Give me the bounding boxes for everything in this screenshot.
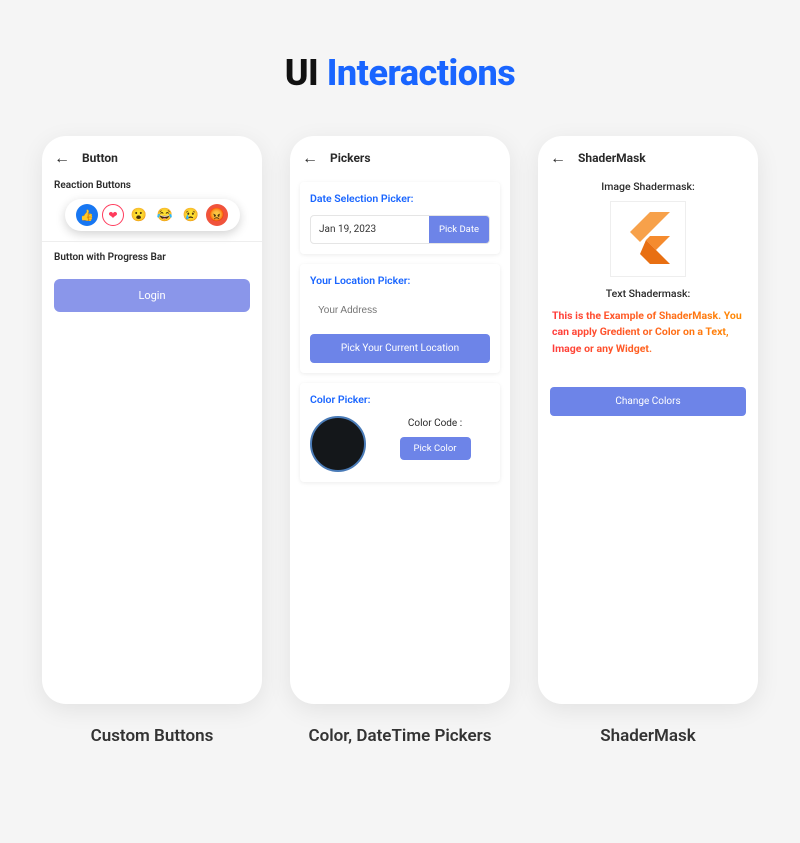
pick-color-button[interactable]: Pick Color (400, 437, 471, 460)
pick-location-button[interactable]: Pick Your Current Location (310, 334, 490, 363)
reaction-bar: 👍 ❤ 😮 😂 😢 😡 (65, 199, 240, 231)
address-input[interactable] (310, 297, 490, 324)
appbar: ← Pickers (290, 136, 510, 176)
reaction-section-label: Reaction Buttons (42, 176, 262, 199)
appbar-title: ShaderMask (578, 151, 646, 165)
page-title: UI Interactions (0, 0, 800, 94)
location-picker-card: Your Location Picker: Pick Your Current … (300, 264, 500, 373)
phone-caption-buttons: Custom Buttons (91, 726, 214, 746)
color-picker-card: Color Picker: Color Code : Pick Color (300, 383, 500, 482)
color-section-title: Color Picker: (310, 393, 490, 406)
color-row: Color Code : Pick Color (310, 416, 490, 472)
date-picker-card: Date Selection Picker: Jan 19, 2023 Pick… (300, 182, 500, 254)
color-right-col: Color Code : Pick Color (380, 416, 490, 460)
title-part-2: Interactions (327, 52, 516, 94)
login-button[interactable]: Login (54, 279, 250, 312)
appbar-title: Pickers (330, 151, 371, 165)
text-shadermask-label: Text Shadermask: (538, 287, 758, 300)
reaction-haha-icon[interactable]: 😂 (154, 204, 176, 226)
image-shadermask-label: Image Shadermask: (538, 180, 758, 193)
reaction-love-icon[interactable]: ❤ (102, 204, 124, 226)
date-row: Jan 19, 2023 Pick Date (310, 215, 490, 244)
phone-caption-shadermask: ShaderMask (600, 726, 696, 746)
reaction-like-icon[interactable]: 👍 (76, 204, 98, 226)
gradient-text: This is the Example of ShaderMask. You c… (552, 308, 744, 357)
phone-caption-pickers: Color, DateTime Pickers (309, 726, 492, 746)
back-icon[interactable]: ← (302, 150, 318, 166)
appbar-title: Button (82, 151, 118, 165)
flutter-logo-icon (610, 201, 686, 277)
phone-pickers: ← Pickers Date Selection Picker: Jan 19,… (290, 136, 510, 704)
appbar: ← Button (42, 136, 262, 176)
phones-row: ← Button Reaction Buttons 👍 ❤ 😮 😂 😢 😡 Bu… (0, 136, 800, 746)
progress-section-label: Button with Progress Bar (42, 248, 262, 271)
phone-buttons: ← Button Reaction Buttons 👍 ❤ 😮 😂 😢 😡 Bu… (42, 136, 262, 704)
reaction-sad-icon[interactable]: 😢 (180, 204, 202, 226)
phone-col-pickers: ← Pickers Date Selection Picker: Jan 19,… (290, 136, 510, 746)
color-code-label: Color Code : (408, 418, 462, 429)
date-value: Jan 19, 2023 (311, 216, 429, 243)
color-swatch[interactable] (310, 416, 366, 472)
change-colors-button[interactable]: Change Colors (550, 387, 746, 416)
location-section-title: Your Location Picker: (310, 274, 490, 287)
back-icon[interactable]: ← (54, 150, 70, 166)
appbar: ← ShaderMask (538, 136, 758, 176)
phone-col-buttons: ← Button Reaction Buttons 👍 ❤ 😮 😂 😢 😡 Bu… (42, 136, 262, 746)
phone-col-shadermask: ← ShaderMask Image Shadermask: Text Shad… (538, 136, 758, 746)
reaction-angry-icon[interactable]: 😡 (206, 204, 228, 226)
phone-shadermask: ← ShaderMask Image Shadermask: Text Shad… (538, 136, 758, 704)
back-icon[interactable]: ← (550, 150, 566, 166)
title-part-1: UI (285, 52, 319, 94)
reaction-wow-icon[interactable]: 😮 (128, 204, 150, 226)
pick-date-button[interactable]: Pick Date (429, 216, 489, 243)
date-section-title: Date Selection Picker: (310, 192, 490, 205)
divider (42, 241, 262, 242)
